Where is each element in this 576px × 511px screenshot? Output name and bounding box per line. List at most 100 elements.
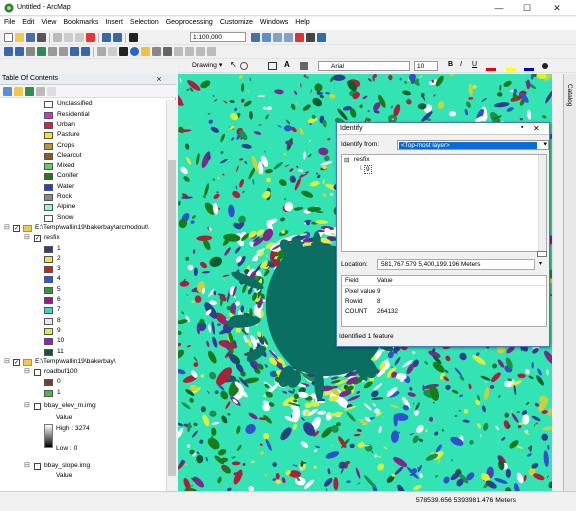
layer-visibility-checkbox[interactable]: ✓ <box>34 235 41 243</box>
catalog-tab-label[interactable]: Catalog <box>566 84 573 106</box>
full-extent-icon[interactable] <box>37 47 46 56</box>
edit-vertices-icon[interactable] <box>300 62 308 70</box>
table-row[interactable]: Rowid 8 <box>342 297 546 307</box>
marker-color-icon[interactable] <box>542 63 548 69</box>
text-tool[interactable]: A <box>284 60 290 69</box>
menu-bookmarks[interactable]: Bookmarks <box>59 17 101 26</box>
group-visibility-checkbox[interactable]: ✓ <box>13 358 20 366</box>
field-column-header[interactable]: Field <box>345 276 359 286</box>
zoom-in-icon[interactable] <box>4 47 13 56</box>
layer-collapse-icon[interactable]: ⊟ <box>24 233 30 241</box>
find-icon[interactable] <box>174 47 183 56</box>
copy-icon[interactable] <box>64 33 73 42</box>
group-layer-name[interactable]: E:\Temp\wallin19\bakerbay\ <box>35 357 116 367</box>
list-by-source-icon[interactable] <box>14 87 23 96</box>
layer-collapse-icon[interactable]: ⊟ <box>24 461 30 469</box>
font-name-select[interactable]: Arial <box>318 61 410 71</box>
menu-insert[interactable]: Insert <box>101 17 126 26</box>
select-features-icon[interactable] <box>97 47 106 56</box>
toolbox-icon[interactable] <box>295 33 304 42</box>
save-icon[interactable] <box>26 33 35 42</box>
catalog-side-tab[interactable]: Catalog <box>563 74 576 491</box>
menu-file[interactable]: File <box>0 17 18 26</box>
fill-color-icon[interactable] <box>506 68 516 71</box>
pin-icon[interactable]: ⨯ <box>156 75 162 83</box>
list-by-visibility-icon[interactable] <box>25 87 34 96</box>
hyperlink-icon[interactable] <box>141 47 150 56</box>
open-icon[interactable] <box>15 33 24 42</box>
table-row[interactable]: Pixel value 9 <box>342 287 546 297</box>
group-collapse-icon[interactable]: ⊟ <box>4 357 10 365</box>
layer-name[interactable]: resfix <box>44 233 60 243</box>
layer-name[interactable]: bbay_slope.img <box>44 461 90 471</box>
identify-icon[interactable] <box>130 47 139 56</box>
add-data-icon[interactable] <box>129 33 138 42</box>
identify-pin-icon[interactable]: ▪ <box>521 124 523 131</box>
cut-icon[interactable] <box>53 33 62 42</box>
undo-icon[interactable] <box>102 33 111 42</box>
menu-view[interactable]: View <box>37 17 59 26</box>
clear-selection-icon[interactable] <box>108 47 117 56</box>
options-icon[interactable] <box>47 87 56 96</box>
editor-icon[interactable] <box>251 33 260 42</box>
forward-extent-icon[interactable] <box>81 47 90 56</box>
identify-from-select[interactable]: <Top-most layer> ▾ <box>397 140 549 150</box>
layer-visibility-checkbox[interactable] <box>34 369 41 377</box>
new-map-icon[interactable] <box>4 33 13 42</box>
layer-name[interactable]: roadbuf100 <box>44 367 77 377</box>
tree-layer-name[interactable]: resfix <box>354 156 370 163</box>
location-units-dropdown-icon[interactable]: ▾ <box>539 260 542 267</box>
zoom-out-icon[interactable] <box>15 47 24 56</box>
toc-scrollbar[interactable] <box>166 100 176 491</box>
list-by-selection-icon[interactable] <box>36 87 45 96</box>
layer-collapse-icon[interactable]: ⊟ <box>24 401 30 409</box>
font-color-icon[interactable] <box>486 68 496 71</box>
maximize-button[interactable]: ☐ <box>516 0 538 16</box>
redo-icon[interactable] <box>113 33 122 42</box>
tree-scrollbar[interactable] <box>538 155 546 251</box>
layer-name[interactable]: bbay_elev_m.img <box>44 401 96 411</box>
paste-icon[interactable] <box>75 33 84 42</box>
font-size-select[interactable]: 10 <box>414 61 438 71</box>
layer-visibility-checkbox[interactable] <box>34 462 41 470</box>
pan-icon[interactable] <box>26 47 35 56</box>
rectangle-icon[interactable] <box>268 62 277 70</box>
close-button[interactable]: ✕ <box>546 0 568 16</box>
toc-scroll-thumb[interactable] <box>168 160 176 476</box>
identify-close-icon[interactable]: ✕ <box>533 124 540 133</box>
table-row[interactable]: COUNT 264132 <box>342 307 546 317</box>
back-extent-icon[interactable] <box>70 47 79 56</box>
find-route-icon[interactable] <box>185 47 194 56</box>
select-elements-arrow-icon[interactable]: ↖ <box>230 60 237 69</box>
python-icon[interactable] <box>306 33 315 42</box>
select-elements-icon[interactable] <box>119 47 128 56</box>
group-collapse-icon[interactable]: ⊟ <box>4 223 10 231</box>
bold-button[interactable]: B <box>448 61 453 68</box>
menu-windows[interactable]: Windows <box>256 17 291 26</box>
group-visibility-checkbox[interactable]: ✓ <box>13 224 20 232</box>
measure-icon[interactable] <box>163 47 172 56</box>
rotate-icon[interactable] <box>240 62 248 70</box>
delete-icon[interactable] <box>86 33 95 42</box>
fixed-zoom-in-icon[interactable] <box>48 47 57 56</box>
map-scale-field[interactable]: 1:100,000 <box>190 32 246 42</box>
group-layer-name[interactable]: E:\Temp\wallin19\bakerbay\arcmodout\ <box>35 223 149 233</box>
menu-help[interactable]: Help <box>291 17 312 26</box>
html-popup-icon[interactable] <box>152 47 161 56</box>
list-by-drawing-order-icon[interactable] <box>3 87 12 96</box>
menu-customize[interactable]: Customize <box>216 17 256 26</box>
print-icon[interactable] <box>37 33 46 42</box>
minimize-button[interactable]: — <box>488 0 510 16</box>
tree-collapse-icon[interactable]: ⊟ <box>344 156 349 164</box>
time-slider-icon[interactable] <box>207 47 216 56</box>
menu-geoprocessing[interactable]: Geoprocessing <box>162 17 216 26</box>
line-color-icon[interactable] <box>524 68 534 71</box>
menu-edit[interactable]: Edit <box>18 17 37 26</box>
value-column-header[interactable]: Value <box>377 276 393 286</box>
search-window-icon[interactable] <box>284 33 293 42</box>
model-builder-icon[interactable] <box>317 33 326 42</box>
tree-splitter-icon[interactable] <box>537 251 547 257</box>
catalog-icon[interactable] <box>273 33 282 42</box>
drawing-menu[interactable]: Drawing ▾ <box>192 61 222 69</box>
layer-visibility-checkbox[interactable] <box>34 403 41 410</box>
